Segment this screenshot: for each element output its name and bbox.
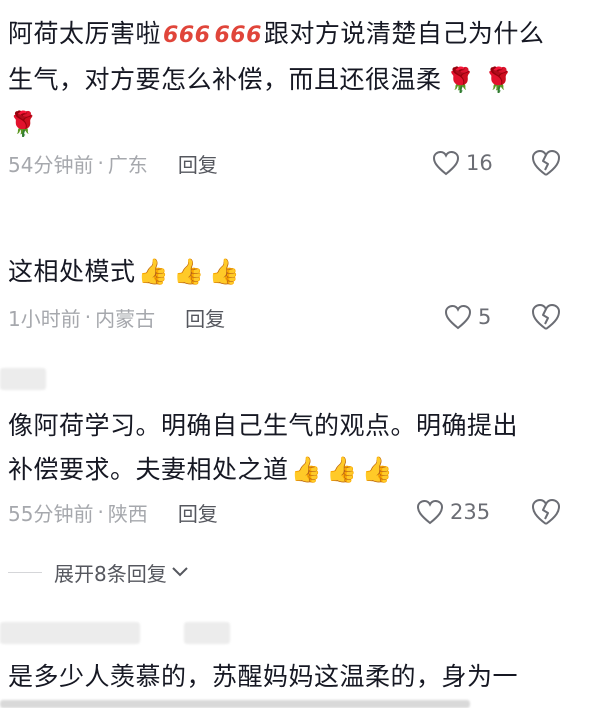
heart-icon (444, 304, 472, 330)
expand-replies-label: 展开8条回复 (54, 561, 167, 586)
expand-replies-button[interactable]: 展开8条回复 (8, 557, 189, 587)
like-button[interactable]: 16 (432, 148, 493, 178)
emoji-666-icon: 666 (163, 23, 211, 48)
rose-icon: 🌹 (8, 110, 39, 138)
broken-heart-icon (532, 304, 560, 330)
thumbs-up-icon: 👍 (290, 455, 323, 484)
blurred-username (184, 622, 230, 644)
reply-button[interactable]: 回复 (178, 149, 218, 178)
comment-time: 1小时前 (8, 306, 81, 331)
comment-meta: 1小时前 · 内蒙古 回复 (8, 302, 225, 332)
dislike-button[interactable] (530, 148, 562, 178)
separator: · (84, 305, 92, 329)
chevron-down-icon (172, 567, 188, 577)
comment-text: 像阿荷学习。明确自己生气的观点。明确提出 补偿要求。夫妻相处之道👍 👍 👍 (8, 404, 588, 492)
comment-text-segment: 补偿要求。夫妻相处之道 (8, 455, 289, 484)
comment-text-segment: 阿荷太厉害啦 (8, 19, 162, 48)
comment-time: 55分钟前 (8, 501, 94, 526)
comment-text-segment: 这相处模式 (8, 257, 136, 286)
divider (8, 571, 42, 573)
comment-time: 54分钟前 (8, 152, 94, 177)
blurred-username (0, 368, 46, 390)
comment-text-segment: 是多少人羡慕的，苏醒妈妈这温柔的，身为一 (8, 662, 519, 691)
rose-icon: 🌹 (445, 66, 476, 94)
like-button[interactable]: 5 (444, 302, 491, 332)
thumbs-up-icon: 👍 (208, 257, 241, 286)
blurred-username (0, 622, 140, 644)
comment-text-segment: 生气，对方要怎么补偿，而且还很温柔 (8, 65, 442, 94)
thumbs-up-icon: 👍 (361, 455, 394, 484)
broken-heart-icon (532, 499, 560, 525)
comment-location: 陕西 (107, 501, 148, 526)
heart-icon (416, 499, 444, 525)
heart-icon (432, 150, 460, 176)
blurred-text-overflow (0, 700, 470, 708)
comment-meta: 55分钟前 · 陕西 回复 (8, 497, 218, 527)
comment-text-segment: 像阿荷学习。明确自己生气的观点。明确提出 (8, 411, 519, 440)
dislike-button[interactable] (530, 497, 562, 527)
reply-button[interactable]: 回复 (178, 498, 218, 527)
separator: · (97, 151, 104, 175)
thumbs-up-icon: 👍 (137, 257, 170, 286)
comment-text: 这相处模式👍 👍 👍 (8, 250, 242, 294)
separator: · (97, 500, 104, 524)
rose-icon: 🌹 (483, 66, 515, 94)
comment-meta: 54分钟前 · 广东 回复 (8, 148, 218, 178)
reply-button[interactable]: 回复 (185, 303, 225, 332)
comment-text: 阿荷太厉害啦666 666跟对方说清楚自己为什么 生气，对方要怎么补偿，而且还很温… (8, 12, 578, 146)
like-button[interactable]: 235 (416, 497, 490, 527)
emoji-666-icon: 666 (214, 23, 262, 48)
comment-text: 是多少人羡慕的，苏醒妈妈这温柔的，身为一 (8, 655, 588, 699)
comment-text-segment: 跟对方说清楚自己为什么 (263, 19, 545, 48)
like-count: 16 (466, 151, 493, 175)
like-count: 5 (478, 305, 492, 329)
comment-location: 广东 (107, 152, 148, 177)
thumbs-up-icon: 👍 (173, 257, 205, 286)
broken-heart-icon (532, 150, 560, 176)
like-count: 235 (450, 500, 491, 524)
comment-location: 内蒙古 (95, 306, 156, 331)
dislike-button[interactable] (530, 302, 562, 332)
thumbs-up-icon: 👍 (326, 455, 358, 484)
